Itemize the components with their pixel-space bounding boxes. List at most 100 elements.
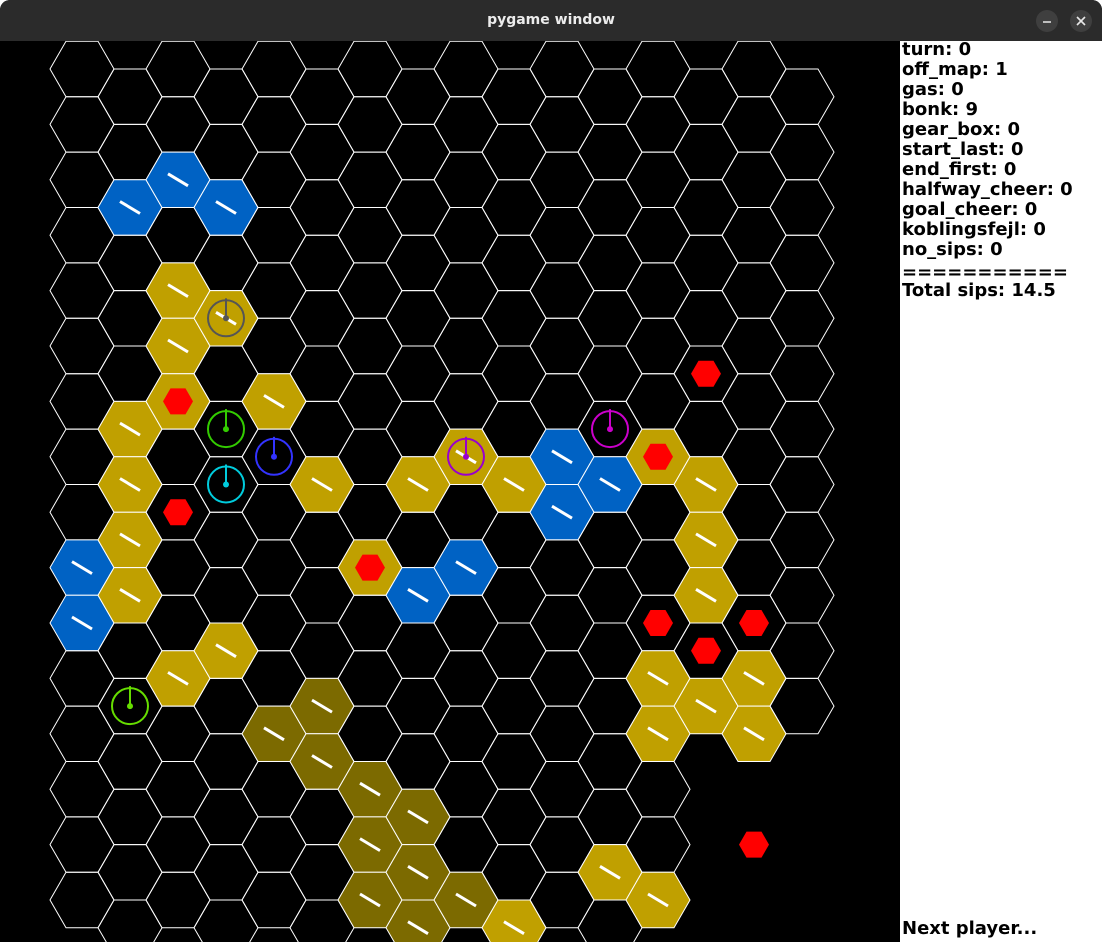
hex-tile[interactable] [97, 844, 163, 901]
hex-tile[interactable] [241, 96, 307, 153]
hex-tile[interactable] [193, 567, 259, 624]
hex-tile[interactable] [673, 290, 739, 347]
hex-tile[interactable] [49, 705, 115, 762]
hex-tile[interactable] [97, 899, 163, 942]
hex-tile[interactable] [529, 207, 595, 264]
hex-tile[interactable] [433, 262, 499, 319]
hex-tile[interactable] [49, 262, 115, 319]
hex-tile[interactable] [769, 68, 835, 125]
hex-tile[interactable] [769, 345, 835, 402]
hex-tile[interactable] [769, 400, 835, 458]
hex-tile[interactable] [337, 207, 403, 264]
hex-tile[interactable] [145, 96, 211, 153]
hex-tile[interactable] [625, 96, 691, 153]
hex-tile[interactable] [145, 871, 211, 929]
hex-tile[interactable] [145, 816, 211, 873]
hex-tile[interactable] [289, 622, 355, 679]
hex-tile[interactable] [481, 733, 547, 790]
hex-tile[interactable] [577, 567, 643, 624]
hex-tile[interactable] [97, 788, 163, 846]
hex-tile[interactable] [193, 511, 259, 569]
hex-tile[interactable] [337, 317, 403, 375]
hex-tile[interactable] [625, 761, 691, 818]
hex-tile[interactable] [721, 41, 787, 98]
hex-tile[interactable] [529, 96, 595, 153]
hex-tile[interactable] [289, 179, 355, 236]
hex-tile[interactable] [289, 234, 355, 292]
hex-tile[interactable] [673, 123, 739, 181]
hex-tile[interactable] [145, 761, 211, 818]
hex-tile[interactable] [577, 68, 643, 125]
hex-tile[interactable] [721, 96, 787, 153]
hex-tile[interactable] [49, 96, 115, 153]
hex-tile[interactable] [673, 179, 739, 236]
hex-tile[interactable] [337, 41, 403, 98]
hex-tile[interactable] [577, 234, 643, 292]
hex-tile[interactable] [481, 290, 547, 347]
hex-tile[interactable] [481, 234, 547, 292]
hex-tile[interactable] [49, 650, 115, 707]
hex-tile[interactable] [241, 539, 307, 596]
hex-tile[interactable] [625, 41, 691, 98]
hex-tile[interactable] [529, 705, 595, 762]
hex-tile[interactable] [337, 262, 403, 319]
hex-grid[interactable] [0, 41, 900, 942]
hex-tile[interactable] [769, 567, 835, 624]
hex-tile[interactable] [49, 317, 115, 375]
hex-tile[interactable] [529, 317, 595, 375]
hex-tile[interactable] [289, 290, 355, 347]
hex-tile[interactable] [721, 207, 787, 264]
hex-tile[interactable] [577, 179, 643, 236]
hex-tile[interactable] [385, 290, 451, 347]
hex-tile[interactable] [481, 123, 547, 181]
hex-tile[interactable] [145, 41, 211, 98]
hex-tile[interactable] [577, 345, 643, 402]
hex-tile[interactable] [433, 96, 499, 153]
hex-tile[interactable] [481, 345, 547, 402]
hex-tile[interactable] [769, 234, 835, 292]
hex-tile[interactable] [289, 68, 355, 125]
hex-tile[interactable] [193, 68, 259, 125]
hex-tile[interactable] [385, 677, 451, 735]
hex-tile[interactable] [241, 41, 307, 98]
hex-tile[interactable] [385, 123, 451, 181]
hex-tile[interactable] [337, 373, 403, 430]
hex-tile[interactable] [529, 539, 595, 596]
hex-tile[interactable] [529, 761, 595, 818]
hex-tile[interactable] [385, 179, 451, 236]
hex-tile[interactable] [625, 317, 691, 375]
hex-tile[interactable] [529, 262, 595, 319]
hex-tile[interactable] [385, 68, 451, 125]
hex-tile[interactable] [625, 262, 691, 319]
hex-tile[interactable] [673, 234, 739, 292]
hex-tile[interactable] [241, 816, 307, 873]
hex-tile[interactable] [433, 373, 499, 430]
hex-tile[interactable] [385, 234, 451, 292]
hex-tile[interactable] [481, 68, 547, 125]
hex-tile[interactable] [97, 68, 163, 125]
hex-tile[interactable] [481, 677, 547, 735]
hex-tile[interactable] [721, 317, 787, 375]
hex-tile[interactable] [721, 151, 787, 208]
hex-tile[interactable] [769, 511, 835, 569]
hex-tile[interactable] [337, 96, 403, 153]
minimize-button[interactable] [1036, 10, 1058, 32]
hex-tile[interactable] [577, 123, 643, 181]
hex-tile[interactable] [193, 899, 259, 942]
hex-tile[interactable] [577, 290, 643, 347]
hex-tile[interactable] [625, 207, 691, 264]
hex-tile[interactable] [673, 68, 739, 125]
hex-tile[interactable] [49, 41, 115, 98]
hex-tile[interactable] [241, 871, 307, 929]
hex-tile[interactable] [529, 41, 595, 98]
hex-tile[interactable] [433, 41, 499, 98]
hex-tile[interactable] [385, 622, 451, 679]
hex-tile[interactable] [481, 622, 547, 679]
hex-tile[interactable] [769, 179, 835, 236]
close-button[interactable] [1070, 10, 1092, 32]
hex-tile[interactable] [49, 871, 115, 929]
hex-tile[interactable] [769, 123, 835, 181]
hex-tile[interactable] [385, 345, 451, 402]
hex-tile[interactable] [433, 151, 499, 208]
hex-tile[interactable] [433, 650, 499, 707]
